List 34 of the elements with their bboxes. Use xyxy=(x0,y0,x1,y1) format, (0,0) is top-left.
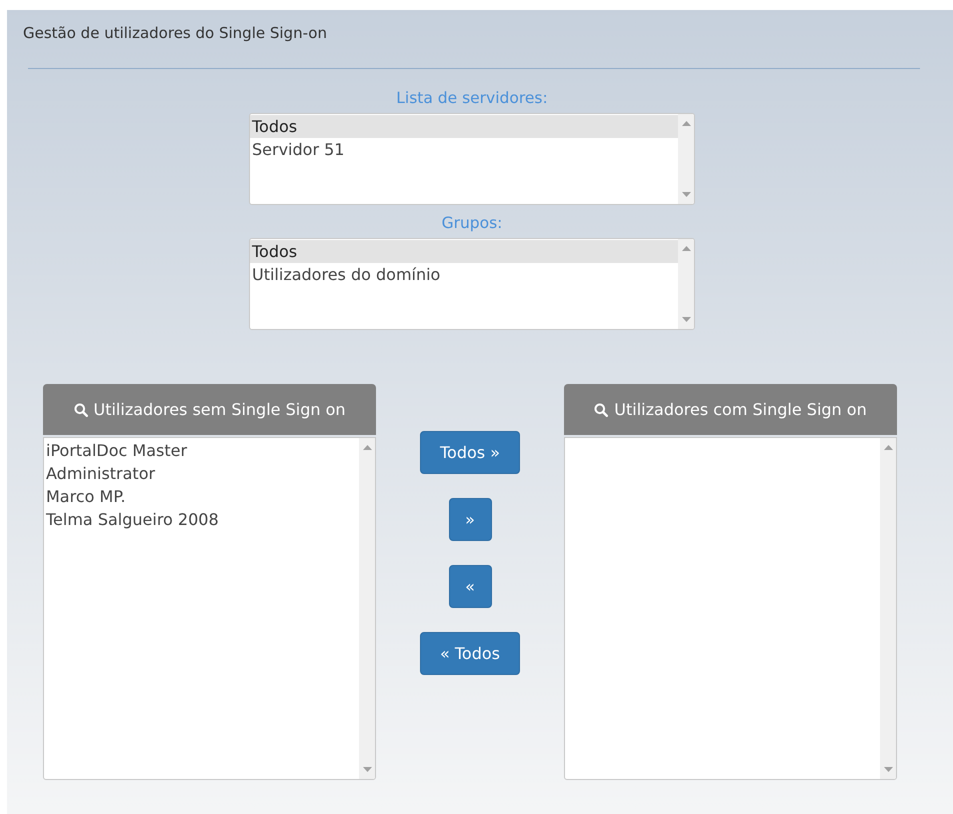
list-option[interactable]: iPortalDoc Master xyxy=(44,439,359,462)
page-title: Gestão de utilizadores do Single Sign-on xyxy=(23,24,327,42)
move-button[interactable]: « xyxy=(448,565,492,608)
scroll-up-icon[interactable] xyxy=(682,246,690,251)
listbox[interactable]: Todos Servidor 51 xyxy=(250,114,694,204)
scroll-up-icon[interactable] xyxy=(884,445,892,450)
scroll-up-icon[interactable] xyxy=(682,121,690,126)
scrollbar[interactable] xyxy=(880,438,896,779)
move-all-button[interactable]: Todos » xyxy=(420,431,520,474)
scroll-up-icon[interactable] xyxy=(362,445,372,450)
panel-title: Utilizadores com Single Sign on xyxy=(614,400,867,419)
listbox[interactable]: iPortalDoc Master Administrator Marco MP. Telma Salgueiro 2008 xyxy=(44,438,375,779)
scrollbar[interactable] xyxy=(359,438,375,779)
list-option[interactable]: Todos xyxy=(250,240,678,263)
list-option[interactable]: Administrator xyxy=(44,462,359,485)
list-option[interactable]: Servidor 51 xyxy=(250,138,678,161)
list-option[interactable]: Telma Salgueiro 2008 xyxy=(44,508,359,531)
scroll-down-icon[interactable] xyxy=(884,767,892,772)
list-option[interactable]: Marco MP. xyxy=(44,485,359,508)
move-all-button[interactable]: « Todos xyxy=(420,632,520,675)
panel-title: Utilizadores sem Single Sign on xyxy=(94,400,346,419)
scroll-down-icon[interactable] xyxy=(682,192,690,197)
listbox[interactable]: Todos Utilizadores do domínio xyxy=(250,239,694,329)
scrollbar[interactable] xyxy=(678,239,694,329)
filter-label: Lista de servidores: xyxy=(396,89,548,107)
move-button[interactable]: » xyxy=(448,498,492,541)
list-option[interactable]: Utilizadores do domínio xyxy=(250,263,678,286)
list-option[interactable]: Todos xyxy=(250,115,678,138)
search-icon xyxy=(74,402,88,416)
scroll-down-icon[interactable] xyxy=(362,767,372,772)
search-icon xyxy=(594,402,608,416)
scrollbar[interactable] xyxy=(678,114,694,204)
filter-label: Grupos: xyxy=(442,214,502,232)
scroll-down-icon[interactable] xyxy=(682,317,690,322)
